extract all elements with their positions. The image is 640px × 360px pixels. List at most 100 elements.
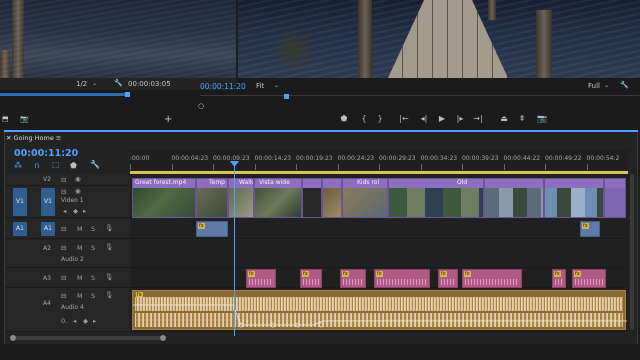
audio-clip[interactable]: fx [462,269,522,288]
solo-button[interactable]: S [91,244,95,252]
source-playhead[interactable] [125,92,130,97]
mute-button[interactable]: M [77,274,83,282]
video-clip[interactable] [544,178,604,218]
video-clip[interactable] [604,178,626,218]
video-clip[interactable]: Walk [228,178,254,218]
audio-clip[interactable]: fx [300,269,322,288]
close-icon[interactable]: ✕ [6,134,14,142]
mark-out-icon[interactable]: } [374,113,386,125]
video-clip[interactable] [484,178,544,218]
track-a2[interactable] [130,240,628,268]
target-a1[interactable]: A1 [41,222,55,236]
program-playhead[interactable] [284,94,289,99]
sync-lock-icon[interactable]: ⊟ [61,176,66,184]
step-forward-icon[interactable]: |▸ [454,113,466,125]
sync-lock-icon[interactable]: ⊟ [61,225,66,233]
audio-clip[interactable]: fx [572,269,606,288]
sync-lock-icon[interactable]: ⊟ [61,292,66,300]
horizontal-scrollbar[interactable] [10,335,166,341]
prev-keyframe-icon[interactable]: ◂ [73,317,76,325]
audio-clip[interactable]: fx [552,269,566,288]
time-ruler[interactable]: :00:00 00:00:04:23 00:00:09:23 00:00:14:23 0… [130,150,628,170]
play-icon[interactable]: ▶ [436,113,448,125]
mute-button[interactable]: M [77,225,83,233]
audio-clip[interactable]: fx [374,269,430,288]
menu-icon[interactable]: ≡ [56,134,61,142]
track-label: Video 1 [61,197,84,204]
video-clip[interactable]: Old [388,178,484,218]
chevron-down-icon[interactable]: ⌄ [604,82,609,89]
video-clip[interactable] [302,178,322,218]
mark-in-icon[interactable]: { [358,113,370,125]
timeline-timecode[interactable]: 00:00:11:20 [14,148,78,159]
microphone-icon[interactable]: 🎙 [105,291,113,299]
program-quality-select[interactable]: Full [588,82,600,90]
add-marker-icon[interactable]: ⬟ [70,161,77,170]
link-icon[interactable]: ∩ [34,161,40,170]
source-scrub-bar[interactable] [0,93,128,96]
audio-clip[interactable]: fx [340,269,366,288]
snap-icon[interactable]: ⁂ [14,161,22,170]
solo-button[interactable]: S [91,292,95,300]
scroll-handle-right[interactable] [160,335,166,341]
target-v1[interactable]: V1 [41,188,55,216]
vertical-scrollbar[interactable] [630,174,634,330]
audio-clip[interactable]: fx [196,221,228,237]
eye-icon[interactable]: ◉ [75,187,81,195]
go-to-out-icon[interactable]: →| [472,113,484,125]
sync-lock-icon[interactable]: ⊟ [61,274,66,282]
next-keyframe-icon[interactable]: ▸ [93,317,96,325]
chevron-down-icon[interactable]: ⌄ [92,80,97,87]
add-button-icon[interactable]: + [164,114,172,125]
program-fit-select[interactable]: Fit [256,82,264,90]
program-timecode[interactable]: 00:00:11:20 [200,82,246,91]
chevron-down-icon[interactable]: ⌄ [274,82,279,89]
wrench-icon[interactable]: 🔧 [114,79,123,87]
video-clip[interactable]: Temp [196,178,228,218]
video-clip[interactable]: Great forest.mp4 [132,178,196,218]
lift-icon[interactable]: ⏏ [498,113,510,125]
fx-badge: fx [248,271,255,277]
mute-button[interactable]: M [77,244,83,252]
in-marker-icon[interactable]: ○ [198,102,204,110]
camera-icon[interactable]: 📷 [20,115,29,123]
source-patch-a1[interactable]: A1 [13,222,27,236]
microphone-icon[interactable]: 🎙 [105,243,113,251]
linked-selection-icon[interactable]: ⬚ [52,160,60,169]
video-clip[interactable]: Kids rol [342,178,388,218]
step-back-icon[interactable]: ◂| [418,113,430,125]
wrench-icon[interactable]: 🔧 [620,81,629,89]
microphone-icon[interactable]: 🎙 [105,224,113,232]
insert-icon[interactable]: ⬒ [2,115,9,123]
solo-button[interactable]: S [91,225,95,233]
scroll-handle-left[interactable] [10,335,16,341]
volume-rubber-band[interactable] [133,291,627,331]
audio-clip[interactable]: fx [438,269,458,288]
program-scrub-bar[interactable] [200,95,640,96]
video-clip[interactable] [322,178,342,218]
source-patch-v1[interactable]: V1 [13,188,27,216]
next-keyframe-icon[interactable]: ▸ [83,207,86,215]
timeline-playhead[interactable] [234,164,235,336]
sync-lock-icon[interactable]: ⊟ [61,244,66,252]
wrench-icon[interactable]: 🔧 [90,160,100,169]
sync-lock-icon[interactable]: ⊟ [61,188,66,196]
keyframe-icon[interactable]: ◆ [83,317,88,325]
music-clip[interactable]: fx [132,290,627,331]
solo-button[interactable]: S [91,274,95,282]
audio-clip[interactable]: fx [580,221,600,237]
prev-keyframe-icon[interactable]: ◂ [63,207,66,215]
source-zoom-select[interactable]: 1/2 [76,80,87,88]
video-clip[interactable]: Vista wide [254,178,302,218]
go-to-in-icon[interactable]: |← [398,113,410,125]
ruler-tick-label: 00:00:54:2 [586,155,620,162]
eye-icon[interactable]: ◉ [75,175,81,183]
extract-icon[interactable]: ⇞ [516,113,528,125]
marker-icon[interactable]: ⬟ [338,113,350,125]
mute-button[interactable]: M [77,292,83,300]
camera-icon[interactable]: 📷 [536,113,548,125]
sequence-tab[interactable]: ✕ Going Home ≡ [6,134,61,142]
audio-clip[interactable]: fx [246,269,276,288]
keyframe-icon[interactable]: ◆ [73,207,78,215]
microphone-icon[interactable]: 🎙 [105,273,113,281]
